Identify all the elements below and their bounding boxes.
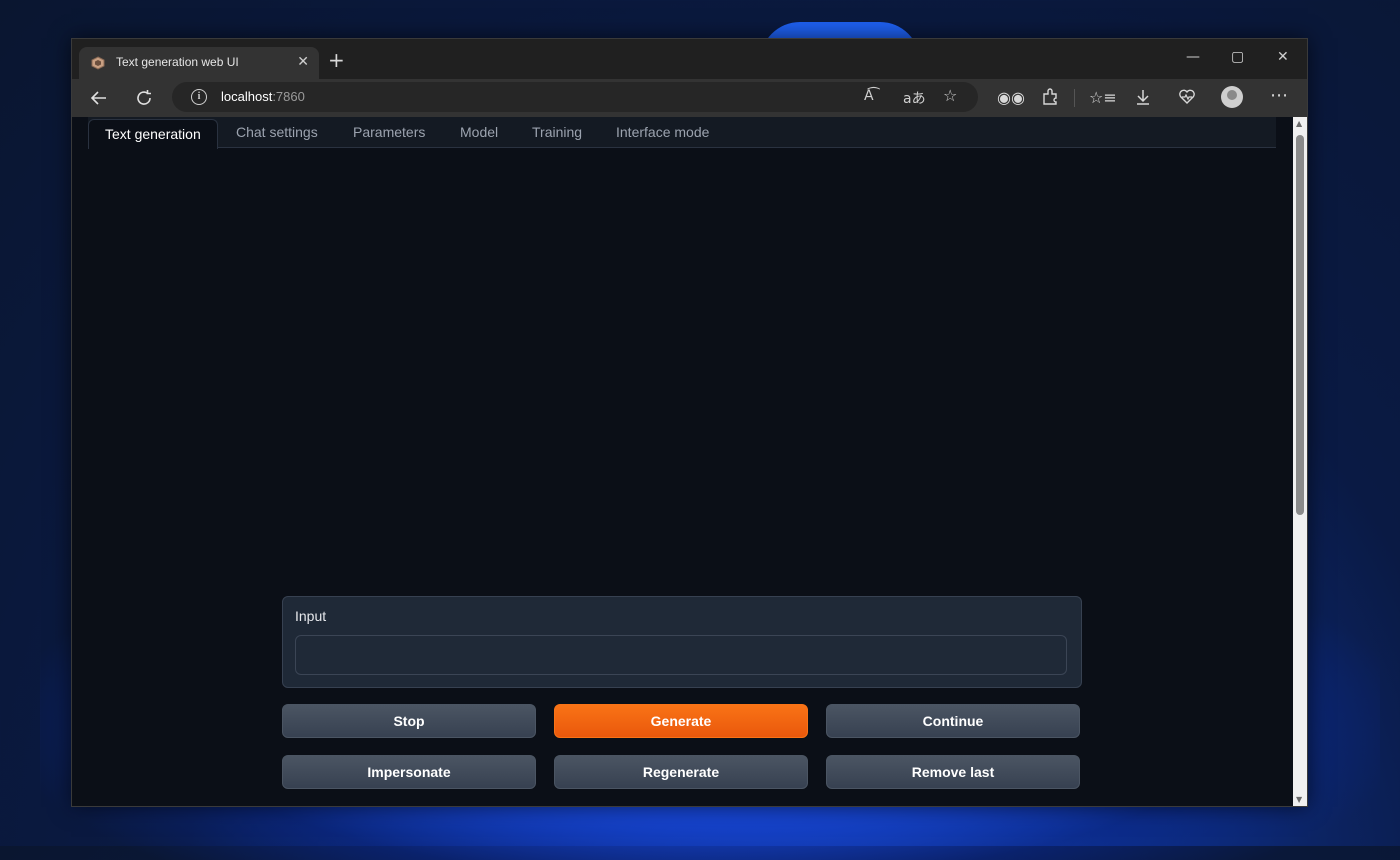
url-text[interactable]: localhost:7860 — [221, 89, 305, 104]
tab-model[interactable]: Model — [460, 124, 498, 140]
address-bar[interactable]: i localhost:7860 A͡ aあ ☆ — [172, 82, 978, 112]
generate-button[interactable]: Generate — [554, 704, 808, 738]
scroll-thumb[interactable] — [1296, 135, 1304, 515]
page-viewport: Text generation Chat settings Parameters… — [72, 117, 1292, 806]
more-icon[interactable]: ⋯ — [1270, 85, 1288, 106]
input-label: Input — [295, 608, 327, 624]
scroll-up-icon[interactable]: ▲ — [1296, 119, 1302, 128]
browser-tabbar: Text generation web UI ✕ + — ▢ ✕ — [72, 39, 1307, 79]
minimize-icon[interactable]: — — [1186, 49, 1200, 65]
scroll-down-icon[interactable]: ▼ — [1296, 795, 1302, 804]
maximize-icon[interactable]: ▢ — [1231, 49, 1244, 65]
tab-text-generation[interactable]: Text generation — [88, 119, 218, 149]
browser-toolbar: i localhost:7860 A͡ aあ ☆ ◉◉ ☆≡ ⋯ — [72, 79, 1307, 117]
tab-parameters[interactable]: Parameters — [353, 124, 425, 140]
health-icon[interactable] — [1178, 88, 1196, 106]
toolbar-separator — [1074, 89, 1075, 107]
url-port: :7860 — [272, 89, 305, 104]
favorites-icon[interactable]: ☆≡ — [1089, 88, 1117, 107]
tab-favicon-icon — [91, 56, 105, 70]
tab-chat-settings[interactable]: Chat settings — [236, 124, 318, 140]
tab-training[interactable]: Training — [532, 124, 582, 140]
regenerate-button[interactable]: Regenerate — [554, 755, 808, 789]
translate-icon[interactable]: aあ — [903, 88, 926, 108]
stop-button[interactable]: Stop — [282, 704, 536, 738]
refresh-icon[interactable] — [135, 89, 153, 107]
remove-last-button[interactable]: Remove last — [826, 755, 1080, 789]
tab-title: Text generation web UI — [116, 55, 239, 69]
info-icon[interactable]: i — [191, 89, 207, 105]
new-tab-icon[interactable]: + — [328, 50, 345, 70]
impersonate-button[interactable]: Impersonate — [282, 755, 536, 789]
extensions-icon[interactable] — [1041, 88, 1059, 106]
page-scrollbar[interactable]: ▲ ▼ — [1293, 117, 1307, 806]
app-tab-bar: Text generation Chat settings Parameters… — [88, 117, 1276, 149]
extension-icon-1[interactable]: ◉◉ — [997, 88, 1025, 107]
url-host: localhost — [221, 89, 273, 104]
profile-icon[interactable] — [1221, 86, 1243, 108]
continue-button[interactable]: Continue — [826, 704, 1080, 738]
browser-tab[interactable]: Text generation web UI ✕ — [79, 47, 319, 79]
tab-interface-mode[interactable]: Interface mode — [616, 124, 709, 140]
input-textbox[interactable] — [295, 635, 1067, 675]
back-icon[interactable] — [90, 89, 108, 107]
downloads-icon[interactable] — [1134, 88, 1152, 106]
input-panel: Input — [282, 596, 1082, 688]
read-aloud-icon[interactable]: A͡ — [864, 88, 874, 104]
close-window-icon[interactable]: ✕ — [1277, 49, 1289, 65]
browser-window: Text generation web UI ✕ + — ▢ ✕ i local… — [71, 38, 1308, 807]
favorite-icon[interactable]: ☆ — [943, 86, 957, 105]
tab-close-icon[interactable]: ✕ — [297, 54, 309, 70]
